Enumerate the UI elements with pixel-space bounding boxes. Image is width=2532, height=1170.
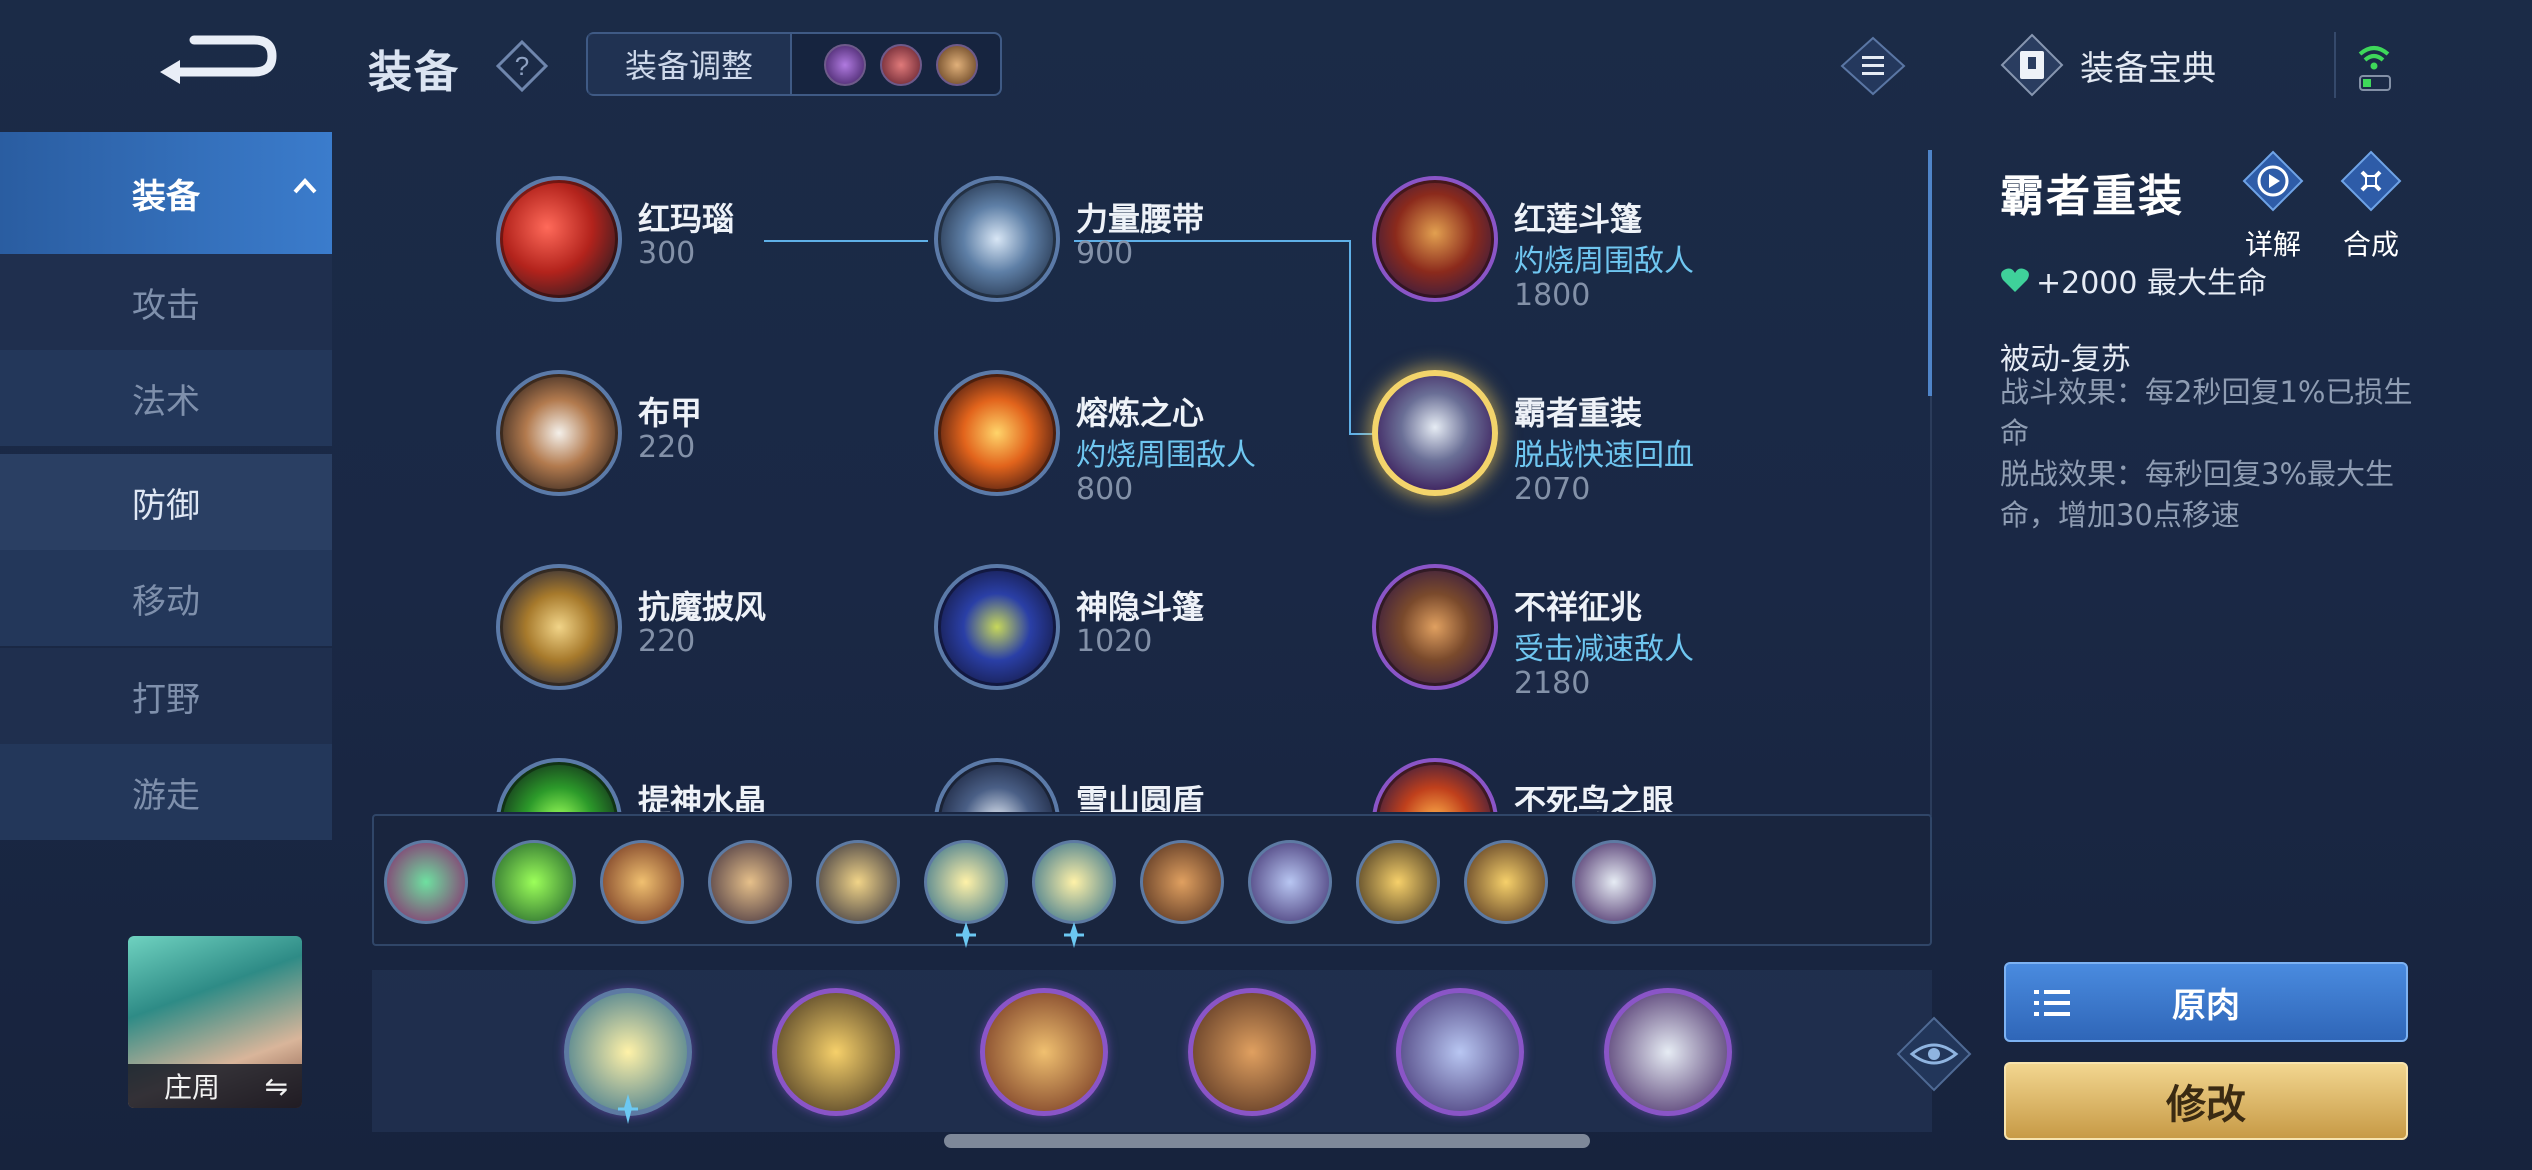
item-effect: 灼烧周围敌人 — [1514, 244, 1694, 279]
item-name: 霸者重装 — [1514, 394, 1643, 432]
build-slot-icon[interactable] — [1188, 988, 1316, 1116]
strip-item-icon[interactable] — [1248, 840, 1332, 924]
build-plan-button[interactable]: 原肉 — [2004, 962, 2408, 1042]
item-icon — [1372, 758, 1498, 812]
item-price: 220 — [638, 624, 696, 659]
pin-icon — [618, 1094, 638, 1124]
detail-explain-label: 详解 — [2244, 228, 2301, 261]
item-price: 220 — [638, 430, 696, 465]
item-effect: 脱战快速回血 — [1514, 438, 1694, 473]
item-card[interactable]: 布甲 220 — [496, 370, 916, 540]
item-icon — [1372, 370, 1498, 496]
item-price: 1020 — [1076, 624, 1153, 659]
item-icon — [1372, 176, 1498, 302]
item-card[interactable]: 雪山圆盾 — [934, 758, 1354, 812]
item-icon — [934, 370, 1060, 496]
item-name: 熔炼之心 — [1076, 394, 1205, 432]
item-card-selected[interactable]: 霸者重装 脱战快速回血 2070 — [1372, 370, 1792, 540]
item-name: 提神水晶 — [638, 782, 767, 812]
pin-icon — [1064, 922, 1084, 948]
item-price: 2180 — [1514, 666, 1591, 701]
home-indicator[interactable] — [944, 1134, 1590, 1148]
item-name: 红玛瑙 — [638, 200, 735, 238]
item-card[interactable]: 力量腰带 900 — [934, 176, 1354, 346]
item-icon — [496, 564, 622, 690]
strip-item-icon[interactable] — [1140, 840, 1224, 924]
item-card[interactable]: 熔炼之心 灼烧周围敌人 800 — [934, 370, 1354, 540]
item-name: 布甲 — [638, 394, 703, 432]
compose-button[interactable]: 合成 — [2336, 150, 2406, 263]
item-icon — [496, 370, 622, 496]
strip-item-icon[interactable] — [1032, 840, 1116, 924]
strip-item-icon[interactable] — [924, 840, 1008, 924]
item-card[interactable]: 不祥征兆 受击减速敌人 2180 — [1372, 564, 1792, 734]
item-name: 抗魔披风 — [638, 588, 767, 626]
current-build-bar — [372, 970, 1932, 1132]
item-icon — [934, 176, 1060, 302]
strip-item-icon[interactable] — [816, 840, 900, 924]
recent-items-strip — [372, 814, 1932, 948]
build-slot-icon[interactable] — [980, 988, 1108, 1116]
stat-text: +2000 最大生命 — [2036, 266, 2268, 301]
item-price: 800 — [1076, 472, 1134, 507]
grid-scrollbar[interactable] — [1928, 150, 1932, 396]
item-card[interactable]: 神隐斗篷 1020 — [934, 564, 1354, 734]
strip-item-icon[interactable] — [600, 840, 684, 924]
item-name: 不祥征兆 — [1514, 588, 1643, 626]
item-icon — [496, 176, 622, 302]
item-name: 雪山圆盾 — [1076, 782, 1205, 812]
strip-item-icon[interactable] — [492, 840, 576, 924]
preview-button[interactable] — [1894, 1014, 1974, 1094]
item-effect: 受击减速敌人 — [1514, 632, 1694, 667]
item-card[interactable]: 提神水晶 — [496, 758, 916, 812]
strip-item-icon[interactable] — [384, 840, 468, 924]
detail-explain-button[interactable]: 详解 — [2238, 150, 2308, 263]
detail-item-title: 霸者重装 — [2000, 171, 2184, 222]
strip-item-icon[interactable] — [708, 840, 792, 924]
stat-line: +2000 最大生命 — [2000, 258, 2267, 302]
item-price: 1800 — [1514, 278, 1591, 313]
strip-item-icon[interactable] — [1572, 840, 1656, 924]
compose-label: 合成 — [2342, 228, 2399, 261]
item-icon — [496, 758, 622, 812]
passive-desc-text: 战斗效果：每2秒回复1%已损生命 脱战效果：每秒回复3%最大生命，增加30点移速 — [2000, 375, 2413, 532]
strip-item-icon[interactable] — [1356, 840, 1440, 924]
item-card[interactable]: 抗魔披风 220 — [496, 564, 916, 734]
pin-icon — [956, 922, 976, 948]
list-icon — [2034, 990, 2070, 1016]
item-card[interactable]: 红玛瑙 300 — [496, 176, 916, 346]
item-icon — [934, 564, 1060, 690]
item-icon — [1372, 564, 1498, 690]
item-card[interactable]: 红莲斗篷 灼烧周围敌人 1800 — [1372, 176, 1792, 346]
item-name: 神隐斗篷 — [1076, 588, 1205, 626]
item-price: 900 — [1076, 236, 1134, 271]
modify-button[interactable]: 修改 — [2004, 1062, 2408, 1140]
item-card[interactable]: 不死鸟之眼 — [1372, 758, 1792, 812]
build-slot-icon[interactable] — [1604, 988, 1732, 1116]
build-slot-icon[interactable] — [1396, 988, 1524, 1116]
item-price: 300 — [638, 236, 696, 271]
build-slot-icon[interactable] — [772, 988, 900, 1116]
strip-item-icon[interactable] — [1464, 840, 1548, 924]
item-grid: 红玛瑙 300 力量腰带 900 红莲斗篷 灼烧周围敌人 1800 布甲 220… — [332, 132, 1932, 812]
item-price: 2070 — [1514, 472, 1591, 507]
grid-divider — [1930, 396, 1932, 816]
build-plan-label: 原肉 — [2172, 985, 2240, 1026]
item-name: 红莲斗篷 — [1514, 200, 1643, 238]
compose-icon — [2340, 150, 2402, 212]
item-name: 力量腰带 — [1076, 200, 1205, 238]
eye-icon — [1896, 1016, 1972, 1092]
item-icon — [934, 758, 1060, 812]
heart-icon — [2001, 268, 2029, 292]
item-name: 不死鸟之眼 — [1514, 782, 1675, 812]
play-icon — [2242, 150, 2304, 212]
item-effect: 灼烧周围敌人 — [1076, 438, 1256, 473]
passive-description: 战斗效果：每2秒回复1%已损生命 脱战效果：每秒回复3%最大生命，增加30点移速 — [2000, 372, 2420, 536]
